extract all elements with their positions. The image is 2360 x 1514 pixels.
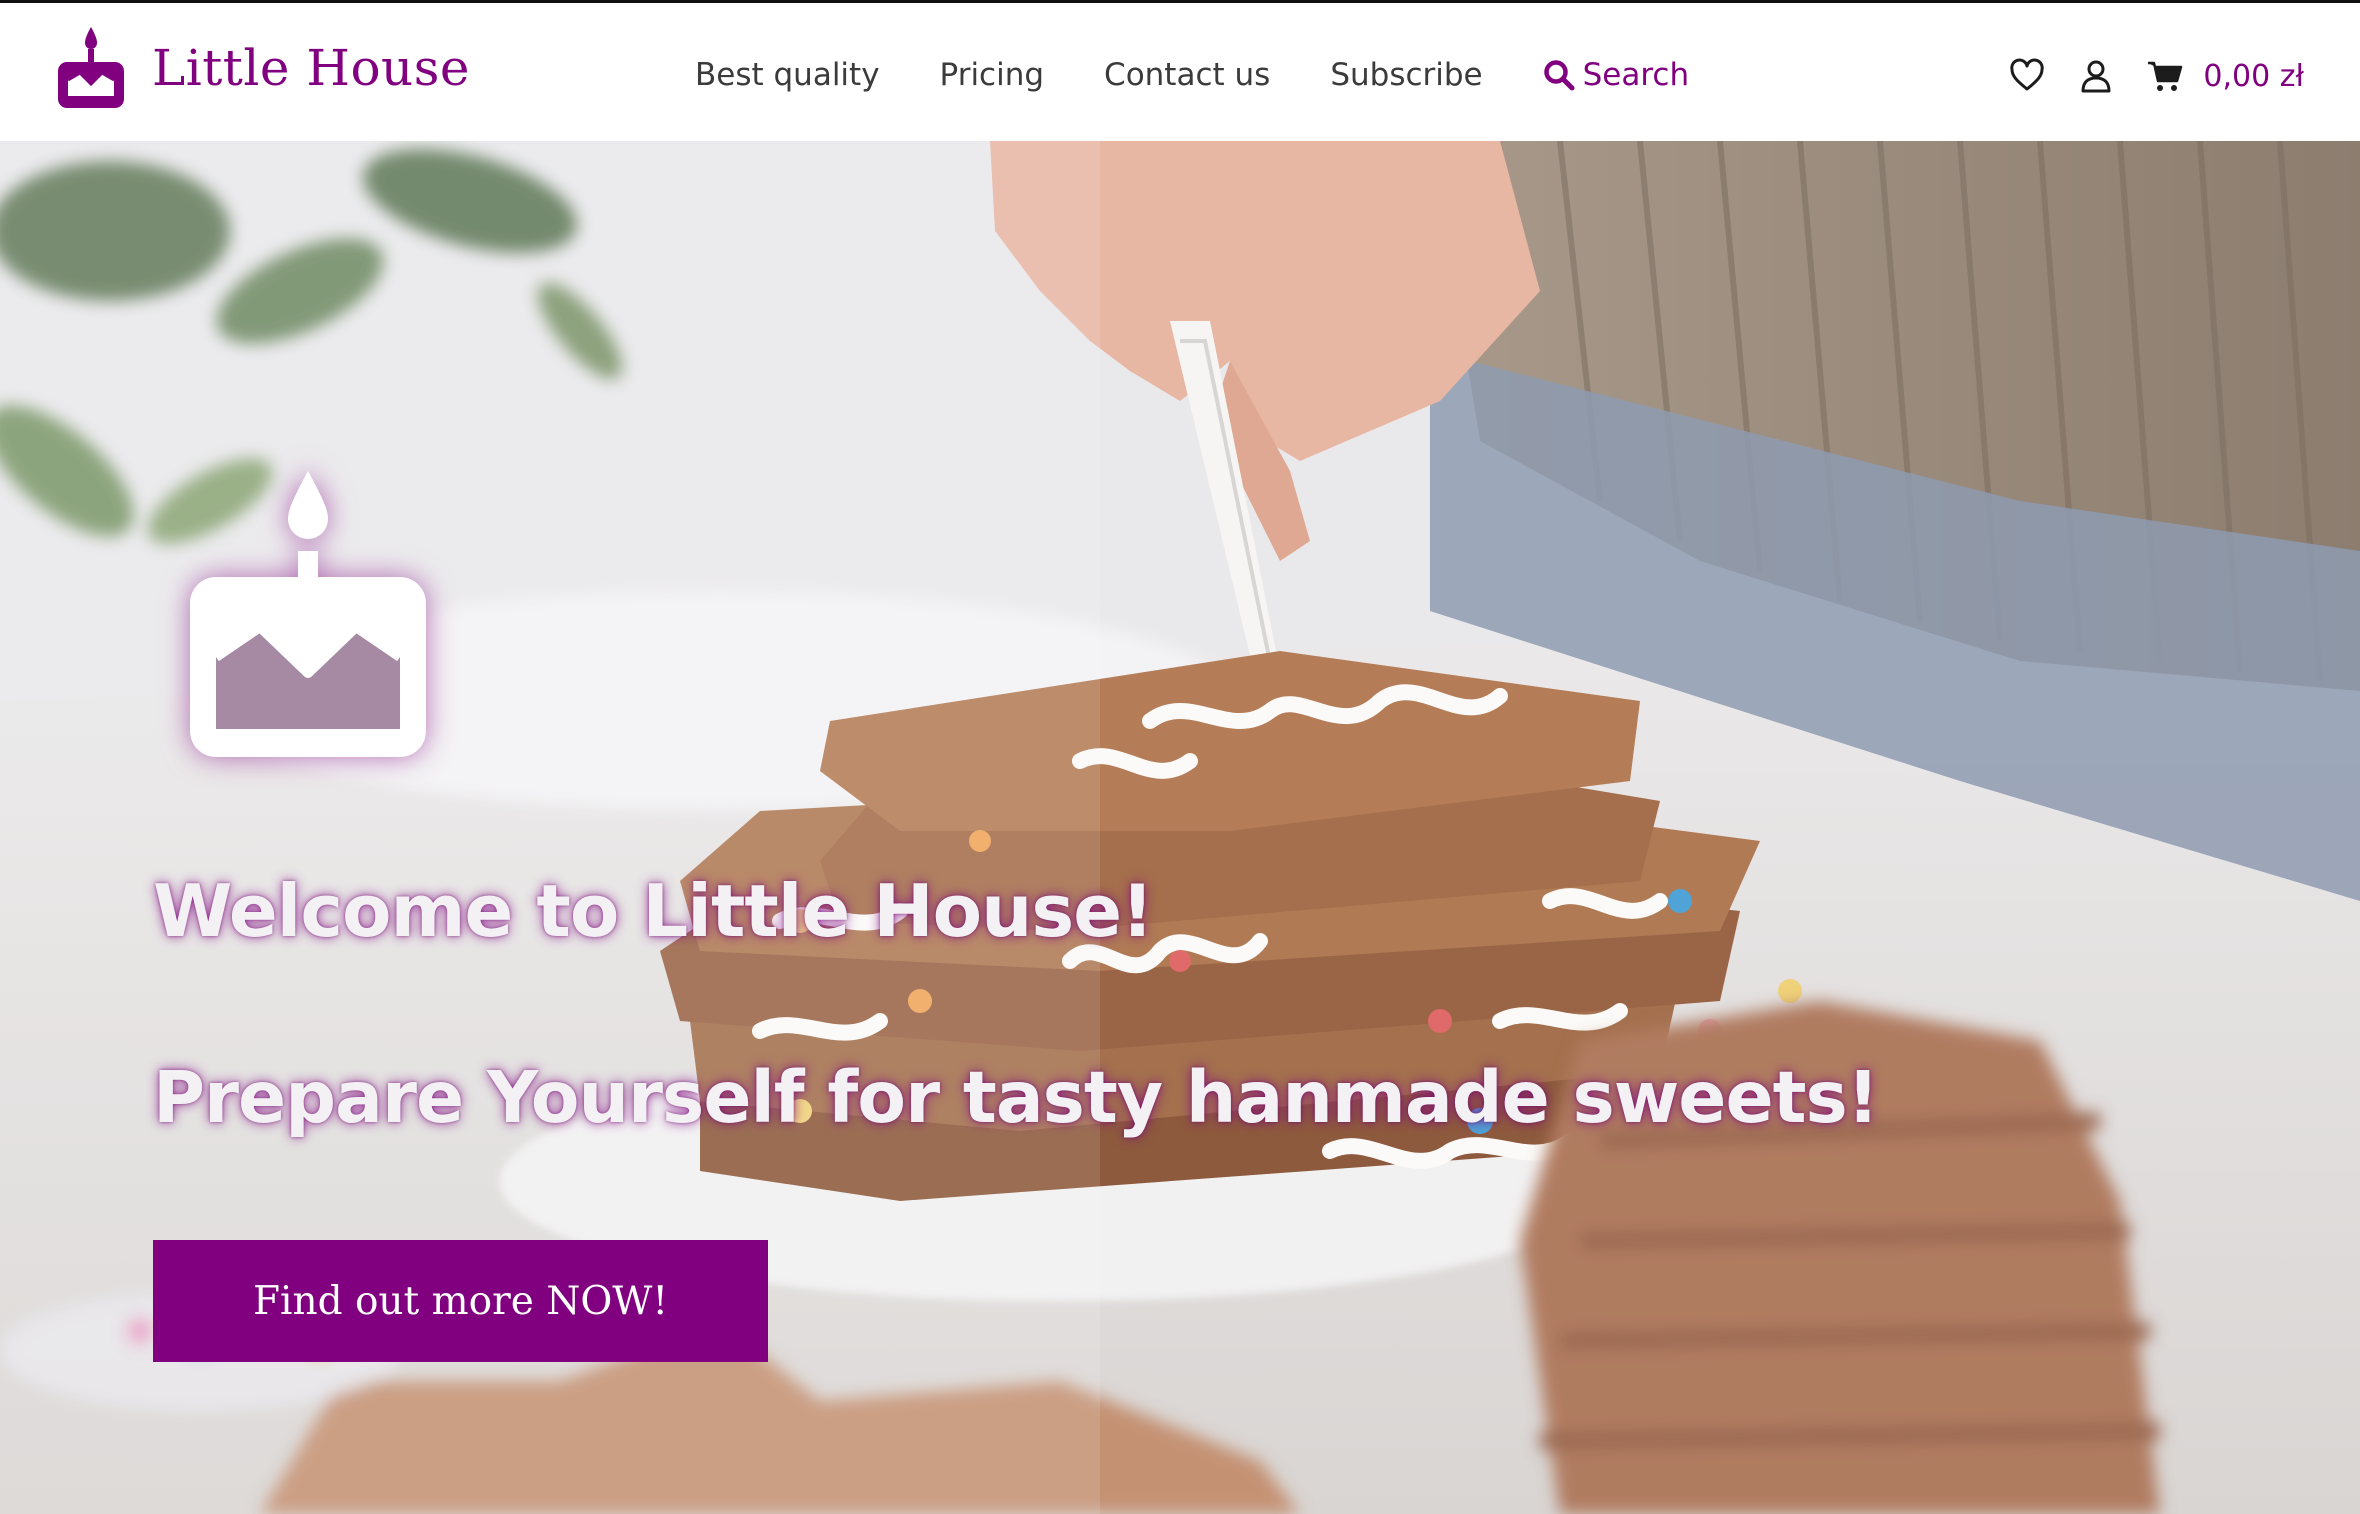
site-header: Little House Best quality Pricing Contac… [0,0,2360,141]
search-icon [1543,60,1575,91]
nav-pricing[interactable]: Pricing [940,57,1045,93]
hero-heading: Welcome to Little House! [153,869,1154,953]
search-label: Search [1582,57,1690,93]
hero-section: Welcome to Little House! Prepare Yoursel… [0,141,2360,1514]
user-icon[interactable] [2078,58,2114,94]
heart-icon[interactable] [2009,58,2045,94]
nav-contact-us[interactable]: Contact us [1104,57,1270,93]
brand-logo-link[interactable]: Little House [54,13,470,123]
nav-best-quality[interactable]: Best quality [695,57,880,93]
header-utilities: 0,00 zł [2009,49,2304,103]
nav-subscribe[interactable]: Subscribe [1330,57,1482,93]
find-out-more-button[interactable]: Find out more NOW! [153,1240,768,1362]
page: Little House Best quality Pricing Contac… [0,0,2360,1514]
cart-icon[interactable] [2147,58,2183,94]
hero-subheading: Prepare Yourself for tasty hanmade sweet… [153,1056,1879,1139]
search-link[interactable]: Search [1543,57,1690,93]
brand-name: Little House [152,39,471,97]
birthday-cake-icon [58,27,124,108]
main-nav: Best quality Pricing Contact us Subscrib… [695,47,1689,103]
birthday-cake-icon [190,471,426,757]
cart-total[interactable]: 0,00 zł [2203,59,2304,94]
